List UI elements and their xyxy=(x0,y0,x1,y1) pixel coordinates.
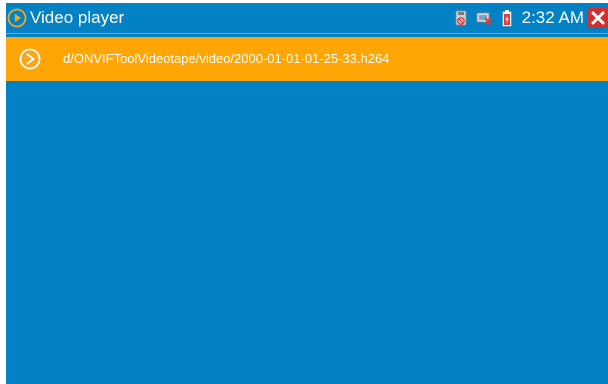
close-icon[interactable] xyxy=(588,8,608,28)
status-bar: 2:32 AM xyxy=(453,7,608,29)
play-circle-icon xyxy=(7,8,27,28)
window-title: Video player xyxy=(30,8,125,27)
play-icon[interactable] xyxy=(19,48,41,70)
status-time: 2:32 AM xyxy=(521,8,584,27)
sd-card-icon xyxy=(455,10,467,26)
network-disconnected-icon xyxy=(476,12,492,25)
file-path: d/ONVIFToolVideotape/video/2000-01-01-01… xyxy=(63,51,390,66)
title-bar: Video player 2:32 AM xyxy=(6,3,608,34)
list-item[interactable]: d/ONVIFToolVideotape/video/2000-01-01-01… xyxy=(6,37,608,81)
battery-charging-icon xyxy=(502,10,511,27)
app-screen: Video player 2:32 AM d/ONVIFToolVideotap… xyxy=(6,3,608,384)
